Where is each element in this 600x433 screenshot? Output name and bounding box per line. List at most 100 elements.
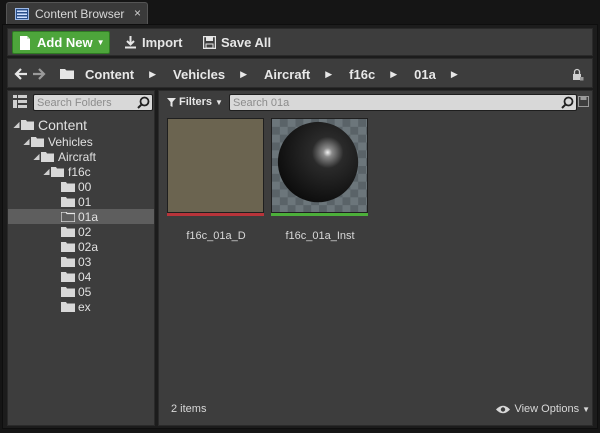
breadcrumb-separator-icon[interactable]: ▶ — [149, 69, 156, 80]
sources-panel-toggle-icon[interactable] — [13, 95, 27, 108]
back-arrow-icon[interactable] — [14, 67, 28, 81]
tree-item-label: f16c — [68, 164, 91, 179]
folder-icon — [61, 256, 75, 267]
save-all-button[interactable]: Save All — [203, 32, 271, 52]
new-file-icon — [20, 35, 30, 50]
tree-item-ex[interactable]: ex — [8, 299, 154, 314]
folder-icon — [60, 69, 74, 79]
breadcrumb: Content ▶ Vehicles ▶ Aircraft ▶ f16c ▶ 0… — [60, 59, 475, 89]
breadcrumb-item-01a[interactable]: 01a — [414, 67, 436, 82]
expand-arrow-icon[interactable]: ◢ — [42, 167, 51, 176]
asset-view-panel: Filters ▼ f16c_01a_D — [158, 90, 593, 426]
breadcrumb-separator-icon[interactable]: ▶ — [240, 69, 247, 80]
tab-content-browser[interactable]: Content Browser × — [6, 2, 148, 24]
folder-open-icon — [41, 151, 54, 162]
filter-icon — [167, 97, 176, 107]
asset-name: f16c_01a_D — [186, 230, 246, 242]
save-all-label: Save All — [221, 34, 272, 50]
tree-item-02a[interactable]: 02a — [8, 239, 154, 254]
import-button[interactable]: Import — [124, 32, 182, 52]
tree-item-label: Content — [38, 116, 88, 133]
forward-arrow-icon[interactable] — [32, 67, 46, 81]
expand-arrow-icon[interactable]: ◢ — [22, 137, 31, 146]
tree-item-aircraft[interactable]: ◢ Aircraft — [8, 149, 154, 164]
folder-open-icon — [31, 136, 44, 147]
folder-icon — [61, 181, 75, 192]
tree-item-label: 01a — [78, 209, 99, 224]
eye-icon — [496, 405, 511, 413]
path-bar: Content ▶ Vehicles ▶ Aircraft ▶ f16c ▶ 0… — [7, 58, 593, 88]
breadcrumb-separator-icon[interactable]: ▶ — [390, 69, 397, 80]
folder-icon — [61, 301, 75, 312]
import-label: Import — [142, 34, 183, 50]
breadcrumb-item-vehicles[interactable]: Vehicles — [173, 67, 225, 82]
asset-type-bar — [167, 213, 264, 216]
breadcrumb-item-content[interactable]: Content — [85, 67, 134, 82]
tree-item-label: 00 — [78, 179, 92, 194]
view-options-label: View Options — [514, 403, 580, 415]
texture-thumbnail — [167, 118, 264, 213]
import-icon — [125, 35, 136, 48]
breadcrumb-separator-icon[interactable]: ▶ — [451, 69, 458, 80]
filters-label: Filters — [179, 96, 213, 108]
asset-tile-texture[interactable] — [167, 118, 264, 216]
tree-item-00[interactable]: 00 — [8, 179, 154, 194]
tree-item-label: 05 — [78, 284, 92, 299]
breadcrumb-separator-icon[interactable]: ▶ — [325, 69, 332, 80]
content-browser-window: Add New ▼ Import Save All Content ▶ Vehi… — [2, 24, 598, 429]
tree-item-label: Aircraft — [58, 149, 97, 164]
add-new-button[interactable]: Add New ▼ — [12, 31, 110, 54]
search-icon[interactable] — [561, 96, 574, 109]
chevron-down-icon: ▼ — [215, 97, 223, 107]
asset-search-input[interactable] — [233, 95, 553, 110]
save-search-icon[interactable] — [578, 96, 589, 107]
tree-item-03[interactable]: 03 — [8, 254, 154, 269]
folder-icon — [61, 226, 75, 237]
folder-search-bar — [8, 91, 154, 113]
tree-item-01a[interactable]: 01a — [8, 209, 154, 224]
view-options-button[interactable]: View Options ▼ — [496, 403, 590, 415]
item-count: 2 items — [171, 403, 207, 415]
tab-title: Content Browser — [35, 6, 125, 21]
asset-type-bar — [271, 213, 368, 216]
folder-icon — [61, 286, 75, 297]
tree-item-label: 04 — [78, 269, 92, 284]
tree-item-vehicles[interactable]: ◢ Vehicles — [8, 134, 154, 149]
tree-item-label: ex — [78, 299, 91, 314]
folder-search-box — [33, 94, 153, 111]
tree-item-label: 02a — [78, 239, 99, 254]
chevron-down-icon: ▼ — [96, 38, 105, 47]
tab-strip: Content Browser × — [0, 0, 600, 24]
tree-item-f16c[interactable]: ◢ f16c — [8, 164, 154, 179]
folder-open-icon — [21, 119, 34, 130]
add-new-label: Add New — [37, 35, 93, 50]
folder-icon — [61, 241, 75, 252]
asset-tile-material-instance[interactable] — [271, 118, 368, 216]
folder-search-input[interactable] — [37, 95, 135, 110]
toolbar: Add New ▼ Import Save All — [7, 28, 593, 56]
folder-icon — [61, 271, 75, 282]
tree-item-02[interactable]: 02 — [8, 224, 154, 239]
search-icon[interactable] — [137, 96, 150, 109]
folder-icon — [61, 211, 75, 222]
expand-arrow-icon[interactable]: ◢ — [12, 120, 21, 129]
lock-icon[interactable] — [572, 68, 584, 81]
chevron-down-icon: ▼ — [582, 404, 590, 414]
material-sphere-thumbnail — [271, 118, 368, 213]
tree-item-content[interactable]: ◢ Content — [8, 116, 154, 133]
folder-open-icon — [51, 166, 64, 177]
filters-button[interactable]: Filters ▼ — [167, 96, 223, 108]
tree-item-label: 03 — [78, 254, 92, 269]
tree-item-label: Vehicles — [48, 134, 93, 149]
breadcrumb-item-aircraft[interactable]: Aircraft — [264, 67, 310, 82]
tree-item-04[interactable]: 04 — [8, 269, 154, 284]
save-icon — [203, 35, 216, 49]
folder-icon — [61, 196, 75, 207]
expand-arrow-icon[interactable]: ◢ — [32, 152, 41, 161]
tree-item-05[interactable]: 05 — [8, 284, 154, 299]
close-icon[interactable]: × — [134, 6, 141, 20]
asset-name: f16c_01a_Inst — [285, 230, 355, 242]
breadcrumb-item-f16c[interactable]: f16c — [349, 67, 375, 82]
content-browser-icon — [15, 7, 29, 20]
tree-item-01[interactable]: 01 — [8, 194, 154, 209]
